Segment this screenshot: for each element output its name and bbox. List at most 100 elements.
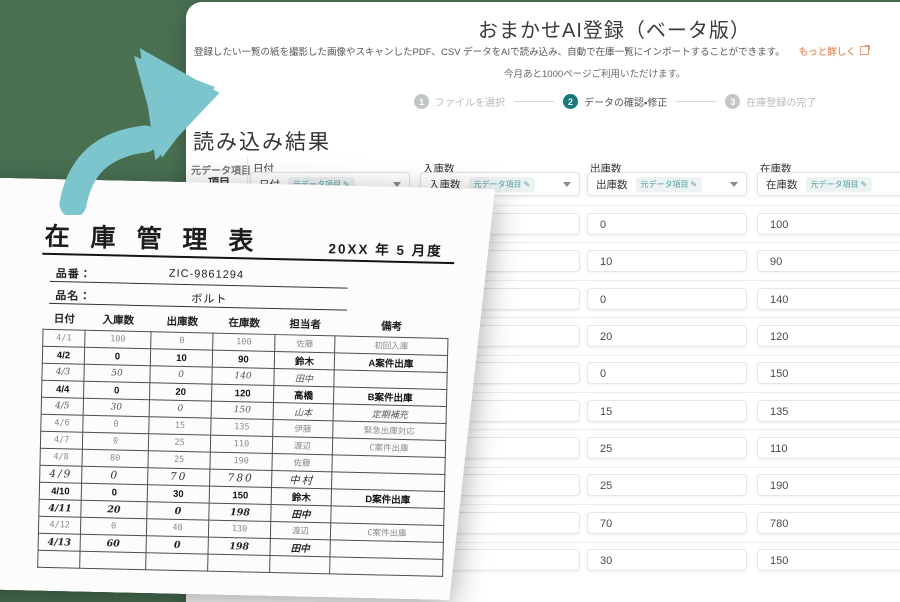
step-1[interactable]: 1 ファイルを選択 bbox=[414, 94, 505, 109]
paper-document: 在 庫 管 理 表 20XX 年 5 月度 品番： ZIC-9861294 品名… bbox=[0, 177, 526, 602]
chevron-down-icon bbox=[393, 182, 401, 187]
paper-table-cell: 150 bbox=[209, 486, 271, 504]
paper-table-cell: 100 bbox=[213, 333, 275, 351]
cell-input-stock-row10[interactable]: 150 bbox=[757, 549, 900, 571]
paper-table-cell: 4/5 bbox=[41, 397, 83, 415]
cell-input-stock-row5[interactable]: 150 bbox=[757, 362, 900, 384]
step-label: ファイルを選択 bbox=[435, 94, 505, 109]
selected-field-value: 在庫数 bbox=[766, 177, 798, 192]
paper-table-cell: 60 bbox=[80, 534, 146, 552]
pencil-icon: ✎ bbox=[861, 180, 868, 189]
cell-input-shipped-row5[interactable]: 0 bbox=[587, 362, 747, 384]
cell-input-stock-row3[interactable]: 140 bbox=[757, 288, 900, 310]
cell-input-stock-row8[interactable]: 190 bbox=[757, 474, 900, 496]
cell-input-stock-row1[interactable]: 100 bbox=[757, 213, 900, 235]
paper-table-cell: 40 bbox=[146, 519, 208, 537]
paper-table-cell: 佐藤 bbox=[272, 454, 332, 472]
step-2[interactable]: 2データの確認・修正 bbox=[563, 94, 667, 109]
paper-table-cell: 50 bbox=[84, 364, 150, 382]
paper-table-cell: 0 bbox=[82, 432, 148, 450]
paper-title: 在 庫 管 理 表 bbox=[44, 217, 261, 258]
paper-table-cell: 佐藤 bbox=[275, 335, 335, 353]
paper-table-cell bbox=[270, 555, 330, 573]
paper-table-cell: 高橋 bbox=[273, 386, 333, 404]
paper-table-cell: 0 bbox=[81, 483, 147, 501]
paper-table-cell: 25 bbox=[148, 434, 210, 452]
paper-table-cell bbox=[80, 551, 146, 569]
paper-table-cell: 渡辺 bbox=[272, 437, 332, 455]
paper-table-cell: 190 bbox=[210, 452, 272, 470]
cell-input-stock-row9[interactable]: 780 bbox=[757, 512, 900, 534]
paper-table-cell: 15 bbox=[149, 417, 211, 435]
inventory-table: 日付入庫数出庫数在庫数担当者備考 4/11000100佐藤初回入庫4/20109… bbox=[37, 307, 449, 577]
paper-table-cell: 70 bbox=[148, 468, 210, 486]
step-3[interactable]: 3在庫登録の完了 bbox=[725, 94, 816, 109]
paper-table-cell: 4/7 bbox=[40, 431, 82, 449]
paper-table-cell: 4/6 bbox=[41, 414, 83, 432]
paper-table-cell: 田中 bbox=[274, 369, 334, 387]
paper-table-cell: 135 bbox=[211, 418, 273, 436]
paper-table-cell: 4/10 bbox=[39, 482, 81, 500]
paper-table-cell: 0 bbox=[149, 400, 211, 418]
paper-table-cell: 80 bbox=[82, 449, 148, 467]
paper-table-cell: 0 bbox=[84, 347, 150, 365]
paper-table-cell: 田中 bbox=[270, 538, 330, 556]
more-details-label: もっと詳しく bbox=[799, 47, 856, 58]
cell-input-shipped-row9[interactable]: 70 bbox=[587, 512, 747, 534]
paper-table-cell: 20 bbox=[81, 500, 147, 518]
paper-table-cell: 30 bbox=[147, 485, 209, 503]
step-number: 1 bbox=[414, 94, 429, 109]
cell-input-shipped-row6[interactable]: 15 bbox=[587, 400, 747, 422]
paper-table-cell: 4/4 bbox=[42, 380, 84, 398]
part-name-label: 品名： bbox=[55, 287, 91, 304]
part-number-label: 品番： bbox=[56, 265, 92, 282]
step-label: データの確認・修正 bbox=[584, 94, 667, 109]
cell-input-shipped-row1[interactable]: 0 bbox=[587, 213, 747, 235]
quota-note: 今月あと1000ページご利用いただけます。 bbox=[504, 66, 686, 80]
field-mapping-select-在庫数[interactable]: 在庫数元データ項目✎ bbox=[757, 172, 900, 196]
app-description-text: 登録したい一覧の紙を撮影した画像やスキャンしたPDF、CSV データをAIで読み… bbox=[194, 47, 785, 58]
cell-input-shipped-row4[interactable]: 20 bbox=[587, 325, 747, 347]
paper-table-cell: 140 bbox=[212, 367, 274, 385]
cell-input-shipped-row3[interactable]: 0 bbox=[587, 288, 747, 310]
paper-col-header: 在庫数 bbox=[213, 311, 275, 335]
step-connector bbox=[514, 101, 554, 103]
cell-input-stock-row2[interactable]: 90 bbox=[757, 250, 900, 272]
paper-table-cell bbox=[146, 553, 208, 571]
field-mapping-select-出庫数[interactable]: 出庫数元データ項目✎ bbox=[587, 172, 747, 196]
paper-table-cell bbox=[208, 554, 270, 572]
paper-table-cell: 4/9 bbox=[40, 465, 82, 483]
paper-table-cell: 0 bbox=[151, 332, 213, 350]
page: { "app": { "title": "おまかせAI登録（ベータ版）", "d… bbox=[0, 0, 900, 560]
cell-input-shipped-row2[interactable]: 10 bbox=[587, 250, 747, 272]
paper-table-cell: 130 bbox=[208, 520, 270, 538]
cell-input-stock-row4[interactable]: 120 bbox=[757, 325, 900, 347]
cell-input-stock-row6[interactable]: 135 bbox=[757, 400, 900, 422]
paper-table-cell: 4/2 bbox=[42, 346, 84, 364]
cell-input-stock-row7[interactable]: 110 bbox=[757, 437, 900, 459]
paper-table-cell: 780 bbox=[210, 469, 272, 487]
paper-table-cell: 田中 bbox=[271, 505, 331, 523]
paper-table-cell: 20 bbox=[149, 383, 211, 401]
cell-input-shipped-row8[interactable]: 25 bbox=[587, 474, 747, 496]
paper-table-cell: 0 bbox=[82, 466, 148, 484]
paper-period: 20XX 年 5 月度 bbox=[328, 237, 443, 260]
paper-table-cell: 120 bbox=[211, 384, 273, 402]
cell-input-shipped-row7[interactable]: 25 bbox=[587, 437, 747, 459]
paper-table-cell: 4/8 bbox=[40, 448, 82, 466]
paper-table-cell: 4/1 bbox=[43, 329, 85, 347]
source-field-badge: 元データ項目✎ bbox=[806, 177, 873, 192]
selected-field-value: 出庫数 bbox=[596, 177, 628, 192]
paper-table-cell: 25 bbox=[148, 451, 210, 469]
paper-table-cell: 4/11 bbox=[39, 499, 81, 517]
paper-table-cell: 4/3 bbox=[42, 363, 84, 381]
part-number-underline bbox=[50, 281, 348, 289]
paper-table-cell: 鈴木 bbox=[271, 488, 331, 506]
cell-input-shipped-row10[interactable]: 30 bbox=[587, 549, 747, 571]
paper-table-cell: 渡辺 bbox=[270, 522, 330, 540]
paper-table-cell: 0 bbox=[146, 536, 208, 554]
more-details-link[interactable]: もっと詳しく bbox=[799, 47, 869, 58]
pencil-icon: ✎ bbox=[691, 180, 698, 189]
paper-table-cell: 198 bbox=[209, 503, 271, 521]
source-field-badge: 元データ項目✎ bbox=[636, 177, 703, 192]
